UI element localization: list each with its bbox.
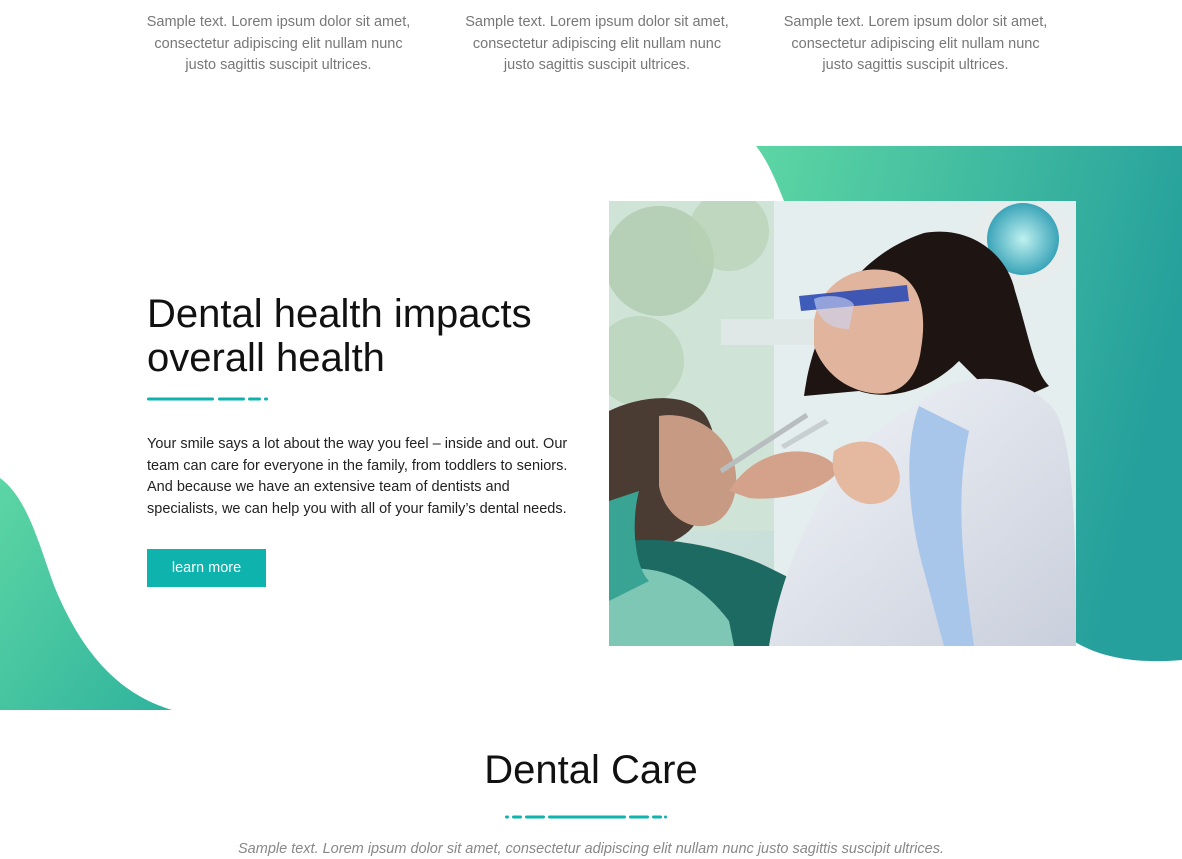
dentist-with-patient-photo-icon xyxy=(609,201,1076,646)
top-features-row: Sample text. Lorem ipsum dolor sit amet,… xyxy=(138,12,1056,77)
dentist-photo xyxy=(609,201,1076,646)
section-divider xyxy=(505,815,667,819)
hero-description: Your smile says a lot about the way you … xyxy=(147,436,568,517)
section-subtitle: Sample text. Lorem ipsum dolor sit amet,… xyxy=(238,841,944,857)
feature-text-1: Sample text. Lorem ipsum dolor sit amet,… xyxy=(146,14,411,73)
section-title: Dental Care xyxy=(484,748,698,792)
learn-more-button[interactable]: learn more xyxy=(147,549,266,587)
feature-text-3: Sample text. Lorem ipsum dolor sit amet,… xyxy=(783,14,1048,73)
feature-text-2: Sample text. Lorem ipsum dolor sit amet,… xyxy=(465,14,729,73)
title-divider xyxy=(147,397,268,401)
hero-title: Dental health impacts overall health xyxy=(147,292,532,380)
